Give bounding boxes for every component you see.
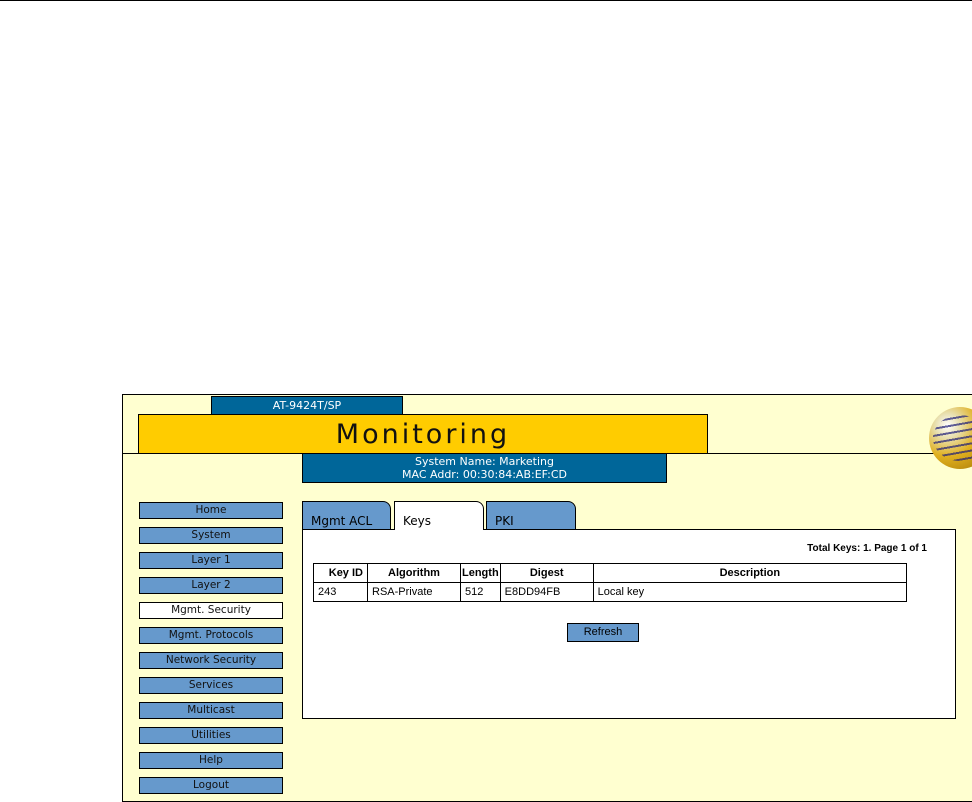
description: Local key (592, 582, 908, 602)
nav-network-security[interactable]: Network Security (139, 652, 283, 669)
nav-mgmt-protocols[interactable]: Mgmt. Protocols (139, 627, 283, 644)
nav-layer-2[interactable]: Layer 2 (139, 577, 283, 594)
algorithm: RSA-Private (367, 582, 461, 602)
device-model: AT-9424T/SP (211, 396, 403, 416)
tab-pki[interactable]: PKI (486, 501, 576, 529)
col-digest: Digest (499, 563, 594, 583)
digest: E8DD94FB (499, 582, 594, 602)
tab-mgmt-acl[interactable]: Mgmt ACL (302, 501, 391, 529)
nav-multicast[interactable]: Multicast (139, 702, 283, 719)
system-name: System Name: Marketing (415, 455, 554, 468)
nav-mgmt-security[interactable]: Mgmt. Security (139, 602, 283, 619)
nav-layer-1[interactable]: Layer 1 (139, 552, 283, 569)
col-algorithm: Algorithm (367, 563, 461, 583)
col-length: Length (460, 563, 501, 583)
nav-home[interactable]: Home (139, 502, 283, 519)
system-info: System Name: Marketing MAC Addr: 00:30:8… (302, 453, 667, 483)
page-title: Monitoring (138, 414, 708, 454)
col-key-id: Key ID (313, 563, 368, 583)
nav-system[interactable]: System (139, 527, 283, 544)
top-border (0, 0, 972, 1)
total-keys: Total Keys: 1. Page 1 of 1 (807, 543, 927, 554)
key-id: 243 (313, 582, 368, 602)
tab-keys[interactable]: Keys (394, 501, 484, 530)
keys-table: Key ID Algorithm Length Digest Descripti… (313, 563, 908, 602)
refresh-button[interactable]: Refresh (567, 623, 639, 642)
nav-help[interactable]: Help (139, 752, 283, 769)
table-row[interactable]: 243 RSA-Private 512 E8DD94FB Local key (313, 582, 908, 602)
col-description: Description (592, 563, 908, 583)
nav-utilities[interactable]: Utilities (139, 727, 283, 744)
nav-logout[interactable]: Logout (139, 777, 283, 794)
keys-panel: Total Keys: 1. Page 1 of 1 Key ID Algori… (302, 529, 956, 719)
length: 512 (460, 582, 501, 602)
nav-services[interactable]: Services (139, 677, 283, 694)
mac-address: MAC Addr: 00:30:84:AB:EF:CD (402, 468, 567, 481)
table-header: Key ID Algorithm Length Digest Descripti… (313, 563, 908, 583)
